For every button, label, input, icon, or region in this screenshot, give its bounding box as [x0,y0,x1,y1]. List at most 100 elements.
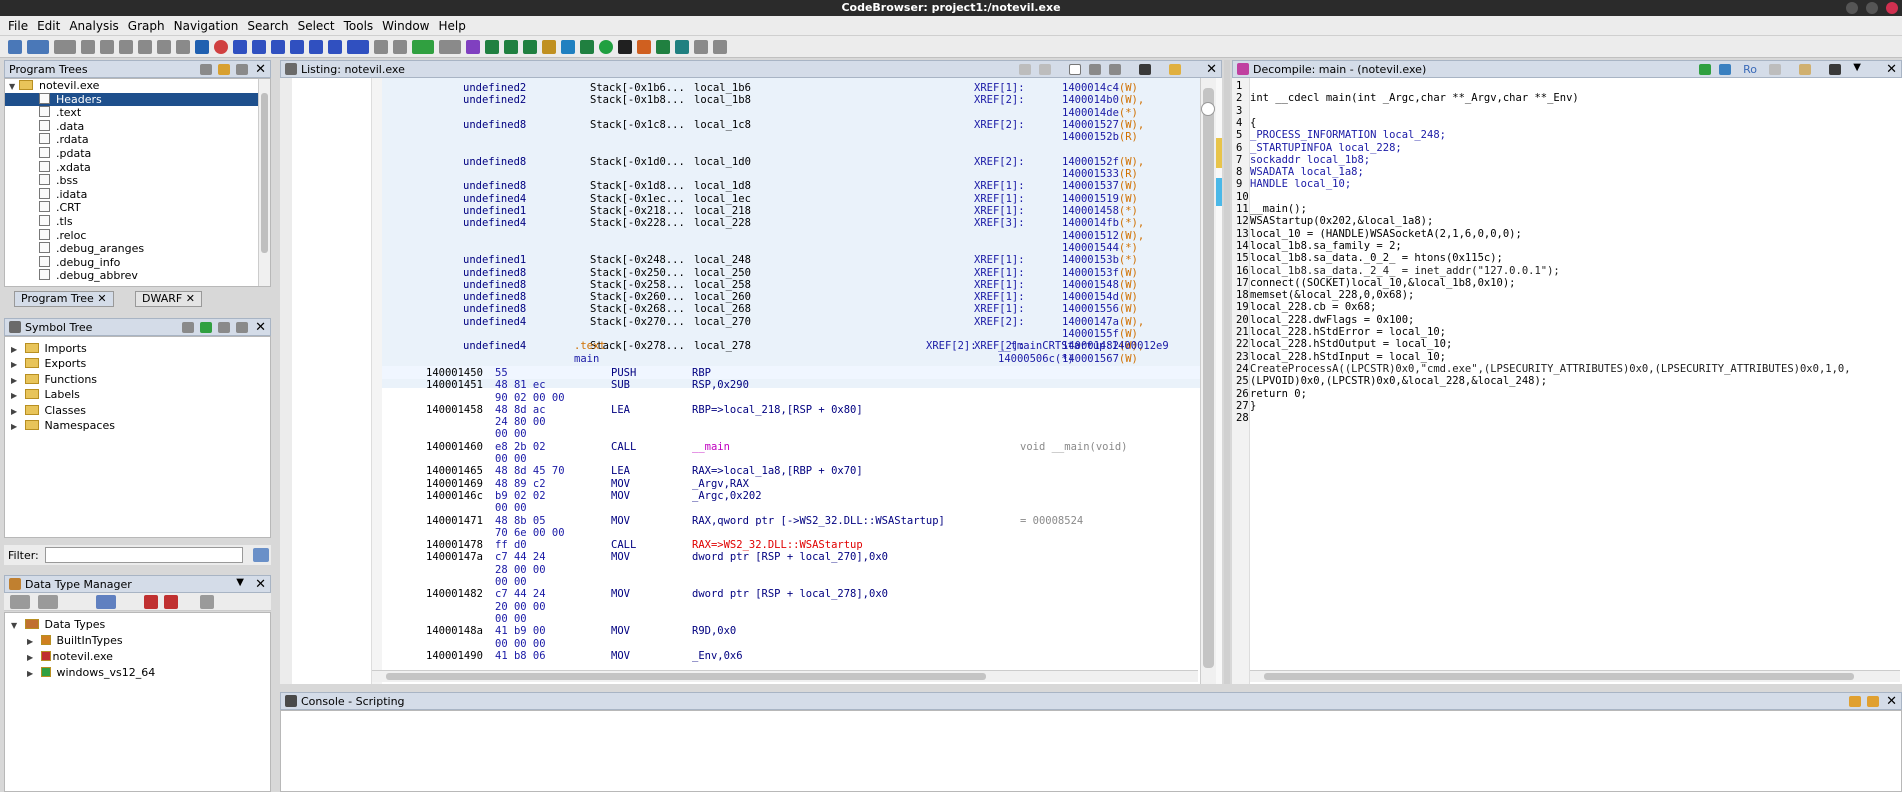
listing-options-icon[interactable] [1169,64,1181,75]
field-editor-icon[interactable] [1089,64,1101,75]
copy-icon[interactable] [1019,64,1031,75]
terminal-icon[interactable] [618,39,632,54]
symbol-filter-input[interactable] [44,547,243,563]
menu-window[interactable]: Window [382,19,429,33]
filter-v-icon[interactable] [328,39,342,54]
close-icon[interactable]: ✕ [255,320,266,335]
console-icon[interactable] [675,39,689,54]
cursor-icon[interactable] [1069,64,1081,75]
symbol-labels[interactable]: ▶ Labels [5,387,270,402]
scroll-thumb[interactable] [386,673,986,680]
close-icon[interactable]: ✕ [1886,694,1897,709]
decompile-line[interactable]: _PROCESS_INFORMATION local_248; [1250,129,1446,141]
back-icon[interactable] [27,39,49,54]
chevron-down-icon[interactable]: ▼ [11,618,21,634]
chevron-right-icon[interactable]: ▶ [27,634,37,650]
dtm-builtin[interactable]: ▶ BuiltInTypes [5,633,270,649]
xref-address-value[interactable]: 14000147a [1062,316,1119,328]
decompile-line[interactable]: local_228.cb = 0x68; [1250,301,1376,313]
archive-icon[interactable] [96,595,116,609]
decompile-line[interactable]: } [1250,400,1256,412]
xref-address-value[interactable]: 14000153f [1062,267,1119,279]
tree-root[interactable]: ▼ notevil.exe [5,79,270,93]
copy-icon[interactable] [393,39,407,54]
scroll-thumb[interactable] [1203,88,1214,668]
maximize-button[interactable] [1866,2,1878,14]
decompile-line[interactable]: (LPVOID)0x0,(LPCSTR)0x0,&local_228,&loca… [1250,375,1547,387]
symbol-exports[interactable]: ▶ Exports [5,356,270,371]
xref-address[interactable]: 14000147a(W), [1062,316,1144,328]
redo-icon[interactable] [439,39,461,54]
decompile-line[interactable]: connect((SOCKET)local_10,&local_1b8,0x10… [1250,277,1516,289]
menu-analysis[interactable]: Analysis [69,19,118,33]
filter-i-icon[interactable] [233,39,247,54]
function-graph-icon[interactable] [1719,64,1731,75]
tree-item-tls[interactable]: .tls [5,214,270,229]
scroll-knob[interactable] [1201,102,1215,116]
decompile-line[interactable]: local_228.dwFlags = 0x100; [1250,314,1414,326]
tree-item-rdata[interactable]: .rdata [5,133,270,147]
decompile-line[interactable]: WSAStartup(0x202,&local_1a8); [1250,215,1433,227]
menu-search[interactable]: Search [247,19,288,33]
xref-address-value[interactable]: 1400014de [1062,107,1119,119]
dtm-windows[interactable]: ▶ windows_vs12_64 [5,665,270,681]
chevron-down-icon[interactable]: ▼ [9,80,19,94]
filter-arrays-icon[interactable] [144,595,158,609]
decompile-hscrollbar[interactable] [1250,670,1900,682]
menu-graph[interactable]: Graph [128,19,165,33]
script-icon[interactable] [504,39,518,54]
create-tree-icon[interactable] [200,64,212,75]
undo-icon[interactable] [412,39,434,54]
xref-address-value[interactable]: 140001544 [1062,242,1119,254]
new-namespace-icon[interactable] [182,322,194,333]
xref-address-value[interactable]: 140001458 [1062,205,1119,217]
chevron-right-icon[interactable]: ▶ [11,357,21,372]
xref-address[interactable]: 140001548(W) [1062,279,1138,291]
read-only-toggle[interactable]: Ro [1743,63,1757,76]
function-graph-icon[interactable] [561,39,575,54]
tree-icon[interactable] [580,39,594,54]
chevron-right-icon[interactable]: ▶ [11,373,21,388]
clear-console-icon[interactable] [1849,696,1861,707]
xref-address-value[interactable]: 140001527 [1062,119,1119,131]
tree-item-crt[interactable]: .CRT [5,201,270,215]
tree-item-debug-abbrev[interactable]: .debug_abbrev [5,269,270,283]
chevron-down-icon[interactable]: ▼ [236,577,244,588]
filter-options-icon[interactable] [252,548,269,562]
xref-address[interactable]: 140001519(W) [1062,193,1138,205]
nav-function-icon[interactable] [138,39,152,54]
tab-program-tree[interactable]: Program Tree ✕ [14,291,114,307]
forward-icon[interactable] [54,39,76,54]
listing-scrollbar[interactable] [1200,78,1216,684]
tree-item-debug-info[interactable]: .debug_info [5,255,270,270]
decompile-line[interactable]: local_228.hStdError = local_10; [1250,326,1446,338]
filter-d-icon[interactable] [252,39,266,54]
nav-undefined-icon[interactable] [100,39,114,54]
xref-address-value[interactable]: 1400014c4 [1062,82,1119,94]
graph-icon[interactable] [542,39,556,54]
xref-address[interactable]: 1400014c4(W) [1062,82,1138,94]
chevron-right-icon[interactable]: ▶ [11,404,21,419]
open-folder-icon[interactable] [218,64,230,75]
xref-address[interactable]: 14000152b(R) [1062,131,1138,143]
save-icon[interactable] [8,39,22,54]
tree-item-xdata[interactable]: .xdata [5,160,270,175]
decompile-line[interactable]: { [1250,117,1256,129]
table-icon[interactable] [485,39,499,54]
navigate-icon[interactable] [200,322,212,333]
back-icon[interactable] [10,595,30,609]
symbol-namespaces[interactable]: ▶ Namespaces [5,418,270,433]
menu-edit[interactable]: Edit [37,19,60,33]
decompile-line[interactable]: local_10 = (HANDLE)WSASocketA(2,1,6,0,0,… [1250,228,1522,240]
tree-item-text[interactable]: .text [5,106,270,120]
xref-address-value[interactable]: 14000155f [1062,328,1119,340]
xref-address[interactable]: 140001556(W) [1062,303,1138,315]
chevron-right-icon[interactable]: ▶ [27,666,37,682]
collapse-icon[interactable] [200,595,214,609]
decompile-line[interactable]: local_228.hStdOutput = local_10; [1250,338,1452,350]
nav-different-icon[interactable] [176,39,190,54]
refresh-icon[interactable] [1699,64,1711,75]
decompile-line[interactable]: int __cdecl main(int _Argc,char **_Argv,… [1250,92,1579,104]
xref-address-value[interactable]: 140001512 [1062,230,1119,242]
chevron-down-icon[interactable]: ▼ [1853,62,1861,73]
